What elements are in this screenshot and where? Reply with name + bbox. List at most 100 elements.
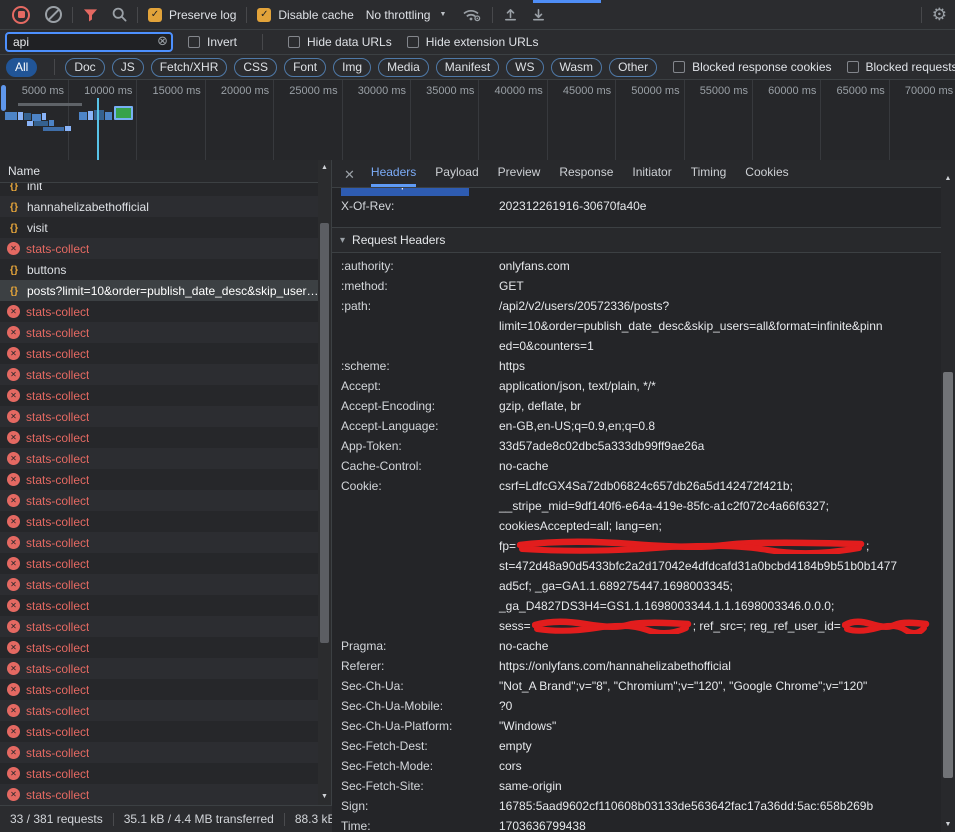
request-row[interactable]: ✕stats-collect [0,721,318,742]
tab-preview[interactable]: Preview [498,160,541,187]
tab-initiator[interactable]: Initiator [632,160,671,187]
scroll-down-icon[interactable]: ▼ [941,821,955,828]
detail-scrollbar[interactable]: ▲ ▼ [941,172,955,832]
request-row[interactable]: ✕stats-collect [0,658,318,679]
disable-cache-checkbox[interactable] [257,8,271,22]
request-row[interactable]: {}hannahelizabethofficial [0,196,318,217]
filter-icon[interactable] [83,8,98,22]
tab-timing[interactable]: Timing [691,160,727,187]
header-row: Sec-Fetch-Site:same-origin [332,776,941,796]
request-row[interactable]: ✕stats-collect [0,616,318,637]
tab-headers[interactable]: Headers [371,160,416,187]
checkbox-invert[interactable]: Invert [188,35,237,49]
waterfall-bar [27,121,33,126]
header-value: 202312261916-30670fa40e [499,196,941,216]
filter-chip-css[interactable]: CSS [234,58,277,77]
tab-payload[interactable]: Payload [435,160,478,187]
request-row[interactable]: ✕stats-collect [0,448,318,469]
filter-chip-media[interactable]: Media [378,58,429,77]
network-conditions-icon[interactable] [462,7,482,22]
gear-icon[interactable]: ⚙ [932,6,947,23]
header-name: :path: [341,296,499,356]
export-har-icon[interactable] [531,7,546,22]
timeline-gridline [68,80,69,160]
request-row[interactable]: ✕stats-collect [0,511,318,532]
request-row[interactable]: ✕stats-collect [0,595,318,616]
checkbox-box[interactable] [288,36,300,48]
filter-chip-wasm[interactable]: Wasm [551,58,603,77]
request-row[interactable]: ✕stats-collect [0,301,318,322]
throttling-select[interactable]: No throttling ▼ [366,8,447,22]
filter-chip-other[interactable]: Other [609,58,657,77]
record-icon[interactable] [12,6,30,24]
filter-chip-js[interactable]: JS [112,58,144,77]
request-row[interactable]: ✕stats-collect [0,532,318,553]
request-row[interactable]: {}buttons [0,259,318,280]
request-row[interactable]: ✕stats-collect [0,784,318,805]
filter-chip-fetch-xhr[interactable]: Fetch/XHR [151,58,228,77]
request-name: stats-collect [26,725,89,739]
request-row[interactable]: {}visit [0,217,318,238]
scroll-up-icon[interactable]: ▲ [318,164,331,171]
waterfall-bar [34,121,48,126]
request-row[interactable]: ✕stats-collect [0,763,318,784]
checkbox-blocked-requests[interactable]: Blocked requests [847,60,955,74]
network-overview-timeline[interactable]: 5000 ms10000 ms15000 ms20000 ms25000 ms3… [0,80,955,161]
header-name: Pragma: [341,636,499,656]
request-row[interactable]: ✕stats-collect [0,427,318,448]
filter-chip-manifest[interactable]: Manifest [436,58,499,77]
scroll-down-icon[interactable]: ▼ [318,793,331,800]
filter-chip-img[interactable]: Img [333,58,371,77]
request-row[interactable]: ✕stats-collect [0,385,318,406]
scroll-up-icon[interactable]: ▲ [941,175,955,182]
request-row[interactable]: {}init [0,183,318,196]
request-row[interactable]: ✕stats-collect [0,490,318,511]
header-value-line: _ga_D4827DS3H4=GS1.1.1698003344.1.1.1698… [499,596,941,616]
checkbox-box[interactable] [188,36,200,48]
filter-chip-font[interactable]: Font [284,58,326,77]
import-har-icon[interactable] [503,7,518,22]
filter-chip-all[interactable]: All [6,58,37,77]
close-icon[interactable]: ✕ [344,168,355,181]
search-icon[interactable] [112,7,127,22]
request-list-scrollbar[interactable]: ▲ ▼ [318,160,331,805]
chevron-down-icon: ▼ [439,11,446,18]
request-row[interactable]: ✕stats-collect [0,637,318,658]
checkbox-box[interactable] [673,61,685,73]
tab-cookies[interactable]: Cookies [745,160,788,187]
request-row[interactable]: ✕stats-collect [0,700,318,721]
request-row[interactable]: ✕stats-collect [0,406,318,427]
section-request-headers[interactable]: ▾Request Headers [332,227,941,253]
request-row[interactable]: ✕stats-collect [0,343,318,364]
request-row[interactable]: {}posts?limit=10&order=publish_date_desc… [0,280,318,301]
request-row[interactable]: ✕stats-collect [0,238,318,259]
checkbox-hide-extension-urls[interactable]: Hide extension URLs [407,35,539,49]
scrollbar-thumb[interactable] [320,223,329,643]
header-name: App-Token: [341,436,499,456]
request-row[interactable]: ✕stats-collect [0,574,318,595]
header-name: Sec-Fetch-Site: [341,776,499,796]
header-name: Sec-Fetch-Mode: [341,756,499,776]
request-row[interactable]: ✕stats-collect [0,469,318,490]
checkbox-box[interactable] [407,36,419,48]
filter-chip-doc[interactable]: Doc [65,58,104,77]
clear-filter-icon[interactable]: ⊗ [157,34,168,47]
request-row[interactable]: ✕stats-collect [0,322,318,343]
request-row[interactable]: ✕stats-collect [0,679,318,700]
checkbox-box[interactable] [847,61,859,73]
name-column-header[interactable]: Name [0,160,318,183]
timeline-tick-label: 45000 ms [553,85,611,97]
request-row[interactable]: ✕stats-collect [0,364,318,385]
preserve-log-checkbox[interactable] [148,8,162,22]
tab-response[interactable]: Response [559,160,613,187]
error-icon: ✕ [7,473,20,486]
scrollbar-thumb[interactable] [943,372,953,778]
header-value: 1703636799438 [499,816,941,832]
request-row[interactable]: ✕stats-collect [0,742,318,763]
checkbox-hide-data-urls[interactable]: Hide data URLs [288,35,392,49]
filter-chip-ws[interactable]: WS [506,58,543,77]
request-row[interactable]: ✕stats-collect [0,553,318,574]
filter-input[interactable] [5,32,173,52]
clear-icon[interactable] [45,6,62,23]
checkbox-blocked-response-cookies[interactable]: Blocked response cookies [673,60,831,74]
